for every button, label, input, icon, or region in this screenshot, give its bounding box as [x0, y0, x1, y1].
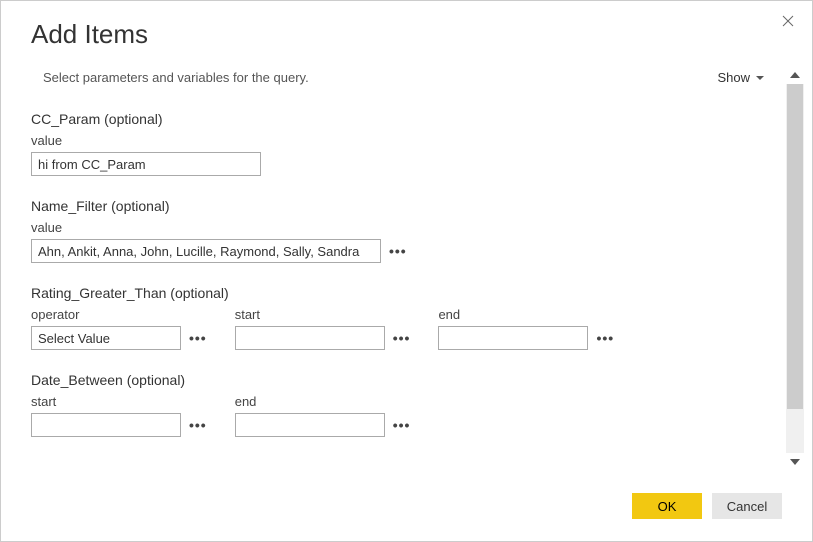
scrollbar-thumb[interactable]	[787, 84, 803, 409]
param-title: Rating_Greater_Than (optional)	[31, 285, 774, 301]
select-value: Select Value	[38, 331, 110, 346]
add-items-dialog: Add Items Select parameters and variable…	[0, 0, 813, 542]
close-icon	[782, 15, 794, 27]
close-button[interactable]	[778, 11, 798, 31]
field-label-end: end	[438, 307, 614, 322]
more-options-button[interactable]: •••	[189, 413, 207, 437]
ellipsis-icon: •••	[393, 417, 411, 433]
field-label-start: start	[31, 394, 207, 409]
param-cc-param: CC_Param (optional) value	[31, 111, 774, 176]
param-date-between: Date_Between (optional) start ••• end	[31, 372, 774, 437]
field-label-end: end	[235, 394, 411, 409]
ellipsis-icon: •••	[389, 243, 407, 259]
ok-button[interactable]: OK	[632, 493, 702, 519]
ellipsis-icon: •••	[393, 330, 411, 346]
scroll-down-button[interactable]	[786, 453, 804, 471]
ellipsis-icon: •••	[596, 330, 614, 346]
cancel-button[interactable]: Cancel	[712, 493, 782, 519]
dialog-title: Add Items	[31, 19, 782, 50]
instructions-text: Select parameters and variables for the …	[31, 70, 309, 85]
field-label-value: value	[31, 133, 261, 148]
scrollbar-track[interactable]	[786, 84, 804, 453]
more-options-button[interactable]: •••	[393, 326, 411, 350]
more-options-button[interactable]: •••	[389, 239, 407, 263]
more-options-button[interactable]: •••	[393, 413, 411, 437]
param-title: Name_Filter (optional)	[31, 198, 774, 214]
field-label-start: start	[235, 307, 411, 322]
chevron-down-icon	[790, 459, 800, 465]
show-dropdown[interactable]: Show	[717, 70, 774, 85]
param-title: CC_Param (optional)	[31, 111, 774, 127]
chevron-up-icon	[790, 72, 800, 78]
param-title: Date_Between (optional)	[31, 372, 774, 388]
scroll-up-button[interactable]	[786, 66, 804, 84]
param-rating-greater-than: Rating_Greater_Than (optional) operator …	[31, 285, 774, 350]
rating-start-input[interactable]	[235, 326, 385, 350]
field-label-operator: operator	[31, 307, 207, 322]
ellipsis-icon: •••	[189, 330, 207, 346]
date-end-input[interactable]	[235, 413, 385, 437]
rating-end-input[interactable]	[438, 326, 588, 350]
ellipsis-icon: •••	[189, 417, 207, 433]
dialog-header: Add Items	[1, 1, 812, 58]
cc-param-value-input[interactable]	[31, 152, 261, 176]
vertical-scrollbar[interactable]	[786, 66, 804, 471]
name-filter-value-input[interactable]	[31, 239, 381, 263]
param-name-filter: Name_Filter (optional) value •••	[31, 198, 774, 263]
date-start-input[interactable]	[31, 413, 181, 437]
dialog-footer: OK Cancel	[1, 479, 812, 541]
show-label: Show	[717, 70, 750, 85]
chevron-down-icon	[756, 76, 764, 80]
dialog-body: Select parameters and variables for the …	[31, 58, 784, 479]
more-options-button[interactable]: •••	[596, 326, 614, 350]
field-label-value: value	[31, 220, 407, 235]
more-options-button[interactable]: •••	[189, 326, 207, 350]
rating-operator-select[interactable]: Select Value	[31, 326, 181, 350]
